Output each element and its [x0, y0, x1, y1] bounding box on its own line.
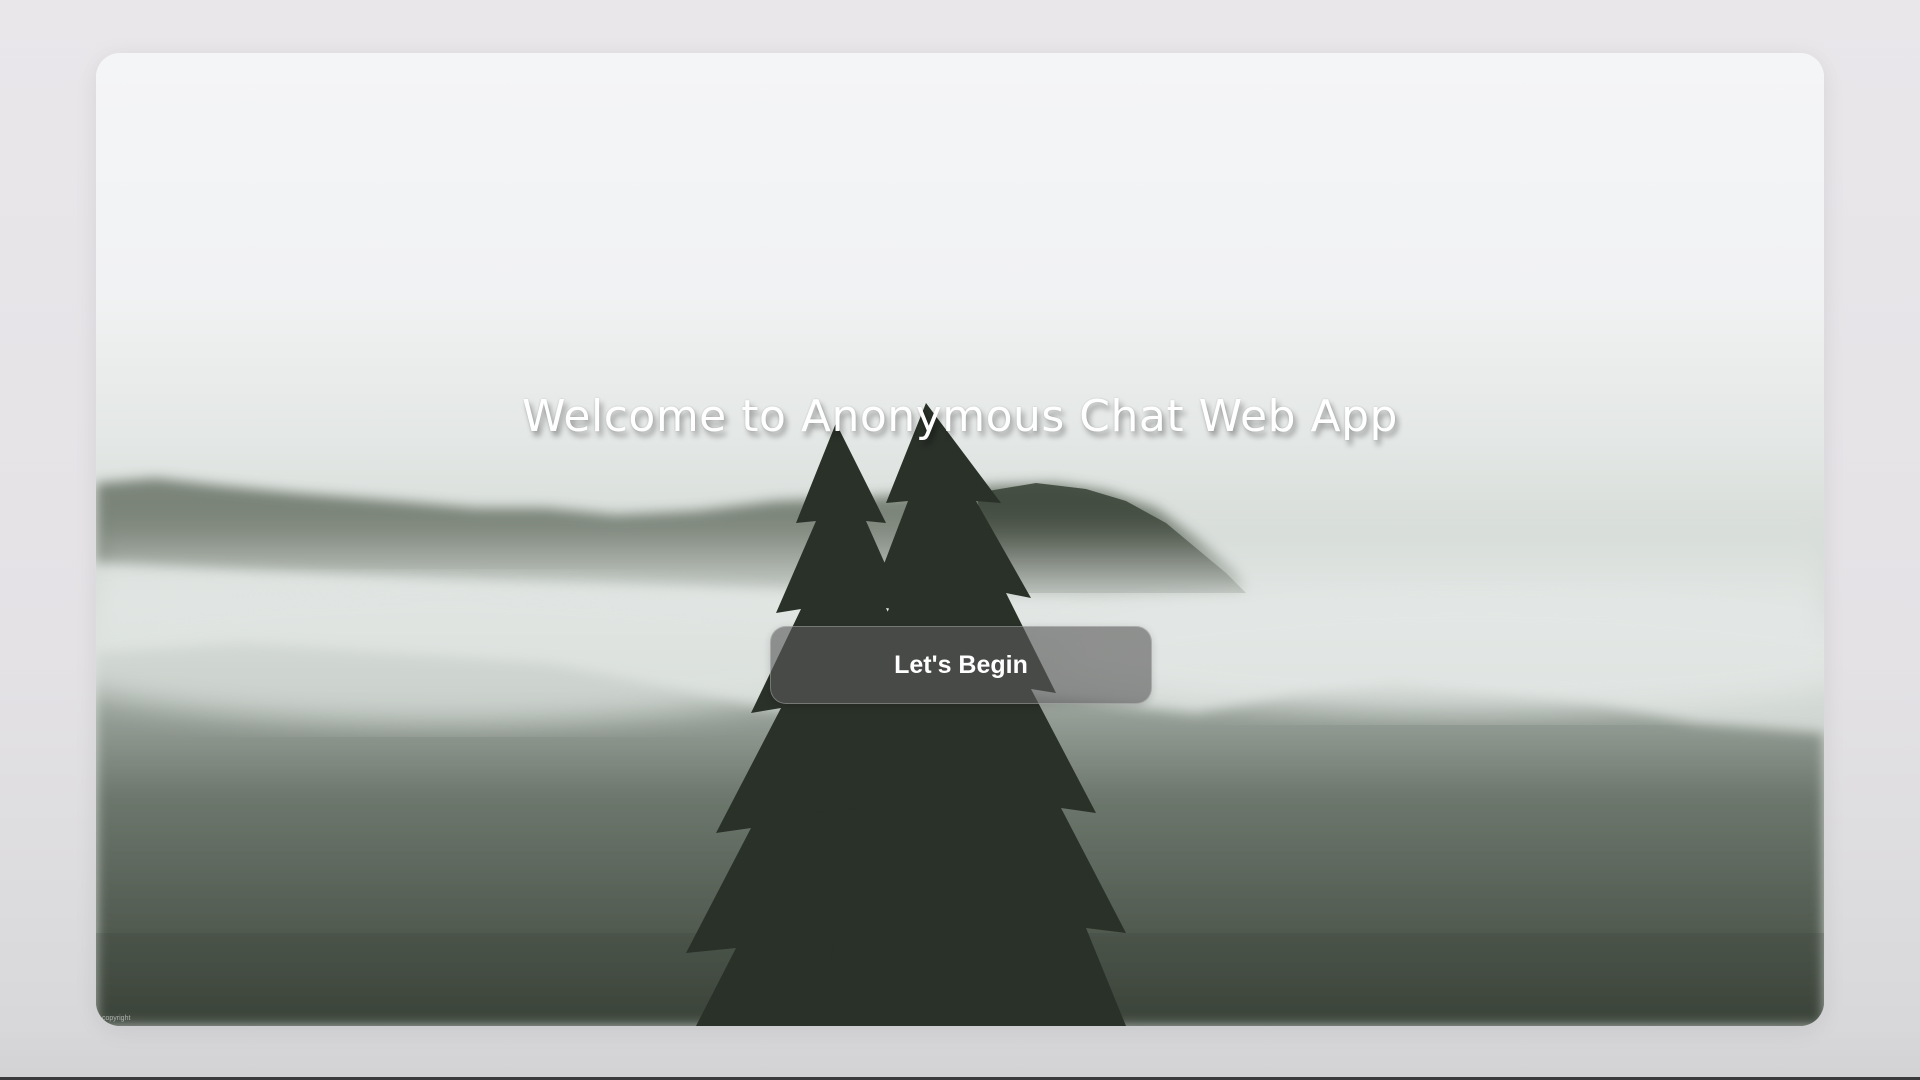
hero-card: Welcome to Anonymous Chat Web App Let's … [96, 53, 1824, 1026]
foggy-forest-background-image [96, 53, 1824, 1026]
lets-begin-button[interactable]: Let's Begin [770, 626, 1152, 704]
copyright-label: copyright [102, 1015, 131, 1022]
page-title: Welcome to Anonymous Chat Web App [521, 391, 1398, 442]
